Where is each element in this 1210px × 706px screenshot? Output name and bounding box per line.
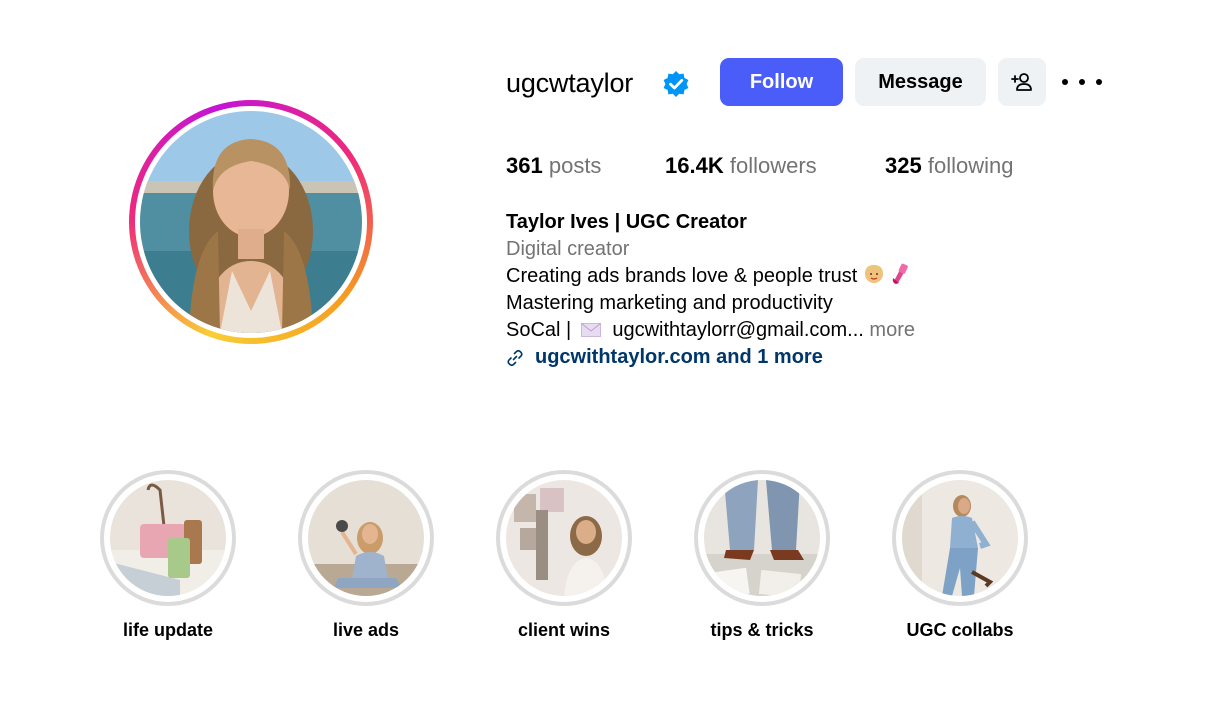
more-dot: [1079, 79, 1085, 85]
highlight-gap: [896, 474, 1024, 602]
avatar-gap: [135, 106, 367, 338]
posts-label: posts: [548, 153, 602, 178]
woman-emoji-icon: [864, 265, 883, 283]
highlight-ring: [100, 470, 236, 606]
highlight-cover-image: [506, 480, 622, 596]
followers-label: followers: [729, 153, 817, 178]
verified-badge-icon: [663, 71, 689, 97]
profile-username: ugcwtaylor: [506, 68, 634, 98]
followers-number: 16.4K: [665, 153, 724, 178]
bio-line-3: SoCal | ugcwithtaylorr@gmail.com... more: [506, 317, 915, 344]
bio-location: SoCal |: [506, 319, 572, 341]
more-options-icon[interactable]: [1062, 70, 1102, 94]
follow-button[interactable]: Follow: [720, 58, 843, 106]
profile-avatar-ring[interactable]: [129, 100, 373, 344]
following-number: 325: [885, 153, 922, 178]
message-button[interactable]: Message: [855, 58, 986, 106]
highlight-cover: [308, 480, 424, 596]
highlight-gap: [500, 474, 628, 602]
more-dot: [1062, 79, 1068, 85]
posts-count: 361 posts: [506, 152, 601, 180]
highlight-cover: [506, 480, 622, 596]
bio-category: Digital creator: [506, 238, 630, 260]
highlight-ring: [298, 470, 434, 606]
more-dot: [1096, 79, 1102, 85]
bio-email: ugcwithtaylorr@gmail.com...: [612, 319, 864, 341]
following-link[interactable]: 325 following: [885, 152, 1013, 180]
envelope-icon: [580, 323, 601, 337]
highlight-cover: [110, 480, 226, 596]
highlight-label: life update: [122, 620, 213, 640]
following-label: following: [927, 153, 1014, 178]
highlight-gap: [302, 474, 430, 602]
bio-more-link[interactable]: more: [869, 319, 915, 341]
pink-phone-emoji-icon: [893, 263, 909, 284]
profile-avatar[interactable]: [140, 111, 362, 333]
highlight-cover-image: [704, 480, 820, 596]
highlight-cover: [704, 480, 820, 596]
highlight-ring: [694, 470, 830, 606]
highlight-label: tips & tricks: [710, 620, 814, 640]
bio-external-link[interactable]: ugcwithtaylor.com and 1 more: [506, 344, 915, 371]
highlight-label: client wins: [517, 620, 611, 640]
add-user-icon: [1011, 73, 1032, 91]
link-icon: [507, 349, 523, 366]
highlight-cover-image: [110, 480, 226, 596]
highlight-cover-image: [308, 480, 424, 596]
highlight-ring: [496, 470, 632, 606]
profile-bio: Taylor Ives | UGC Creator Digital creato…: [506, 209, 915, 371]
bio-line-2: Mastering marketing and productivity: [506, 292, 833, 314]
highlight-gap: [698, 474, 826, 602]
bio-line-1: Creating ads brands love & people trust: [506, 263, 915, 290]
highlight-cover-image: [902, 480, 1018, 596]
highlight-ring: [892, 470, 1028, 606]
bio-line-1-text: Creating ads brands love & people trust: [506, 265, 858, 287]
highlight-cover: [902, 480, 1018, 596]
highlight-label: UGC collabs: [906, 620, 1014, 640]
highlight-gap: [104, 474, 232, 602]
followers-link[interactable]: 16.4K followers: [665, 152, 817, 180]
highlight-label: live ads: [332, 620, 400, 640]
bio-full-name: Taylor Ives | UGC Creator: [506, 211, 747, 233]
suggest-accounts-button[interactable]: [998, 58, 1046, 106]
posts-number: 361: [506, 153, 543, 178]
avatar-photo-image: [140, 111, 362, 333]
bio-link-text: ugcwithtaylor.com and 1 more: [535, 346, 823, 368]
